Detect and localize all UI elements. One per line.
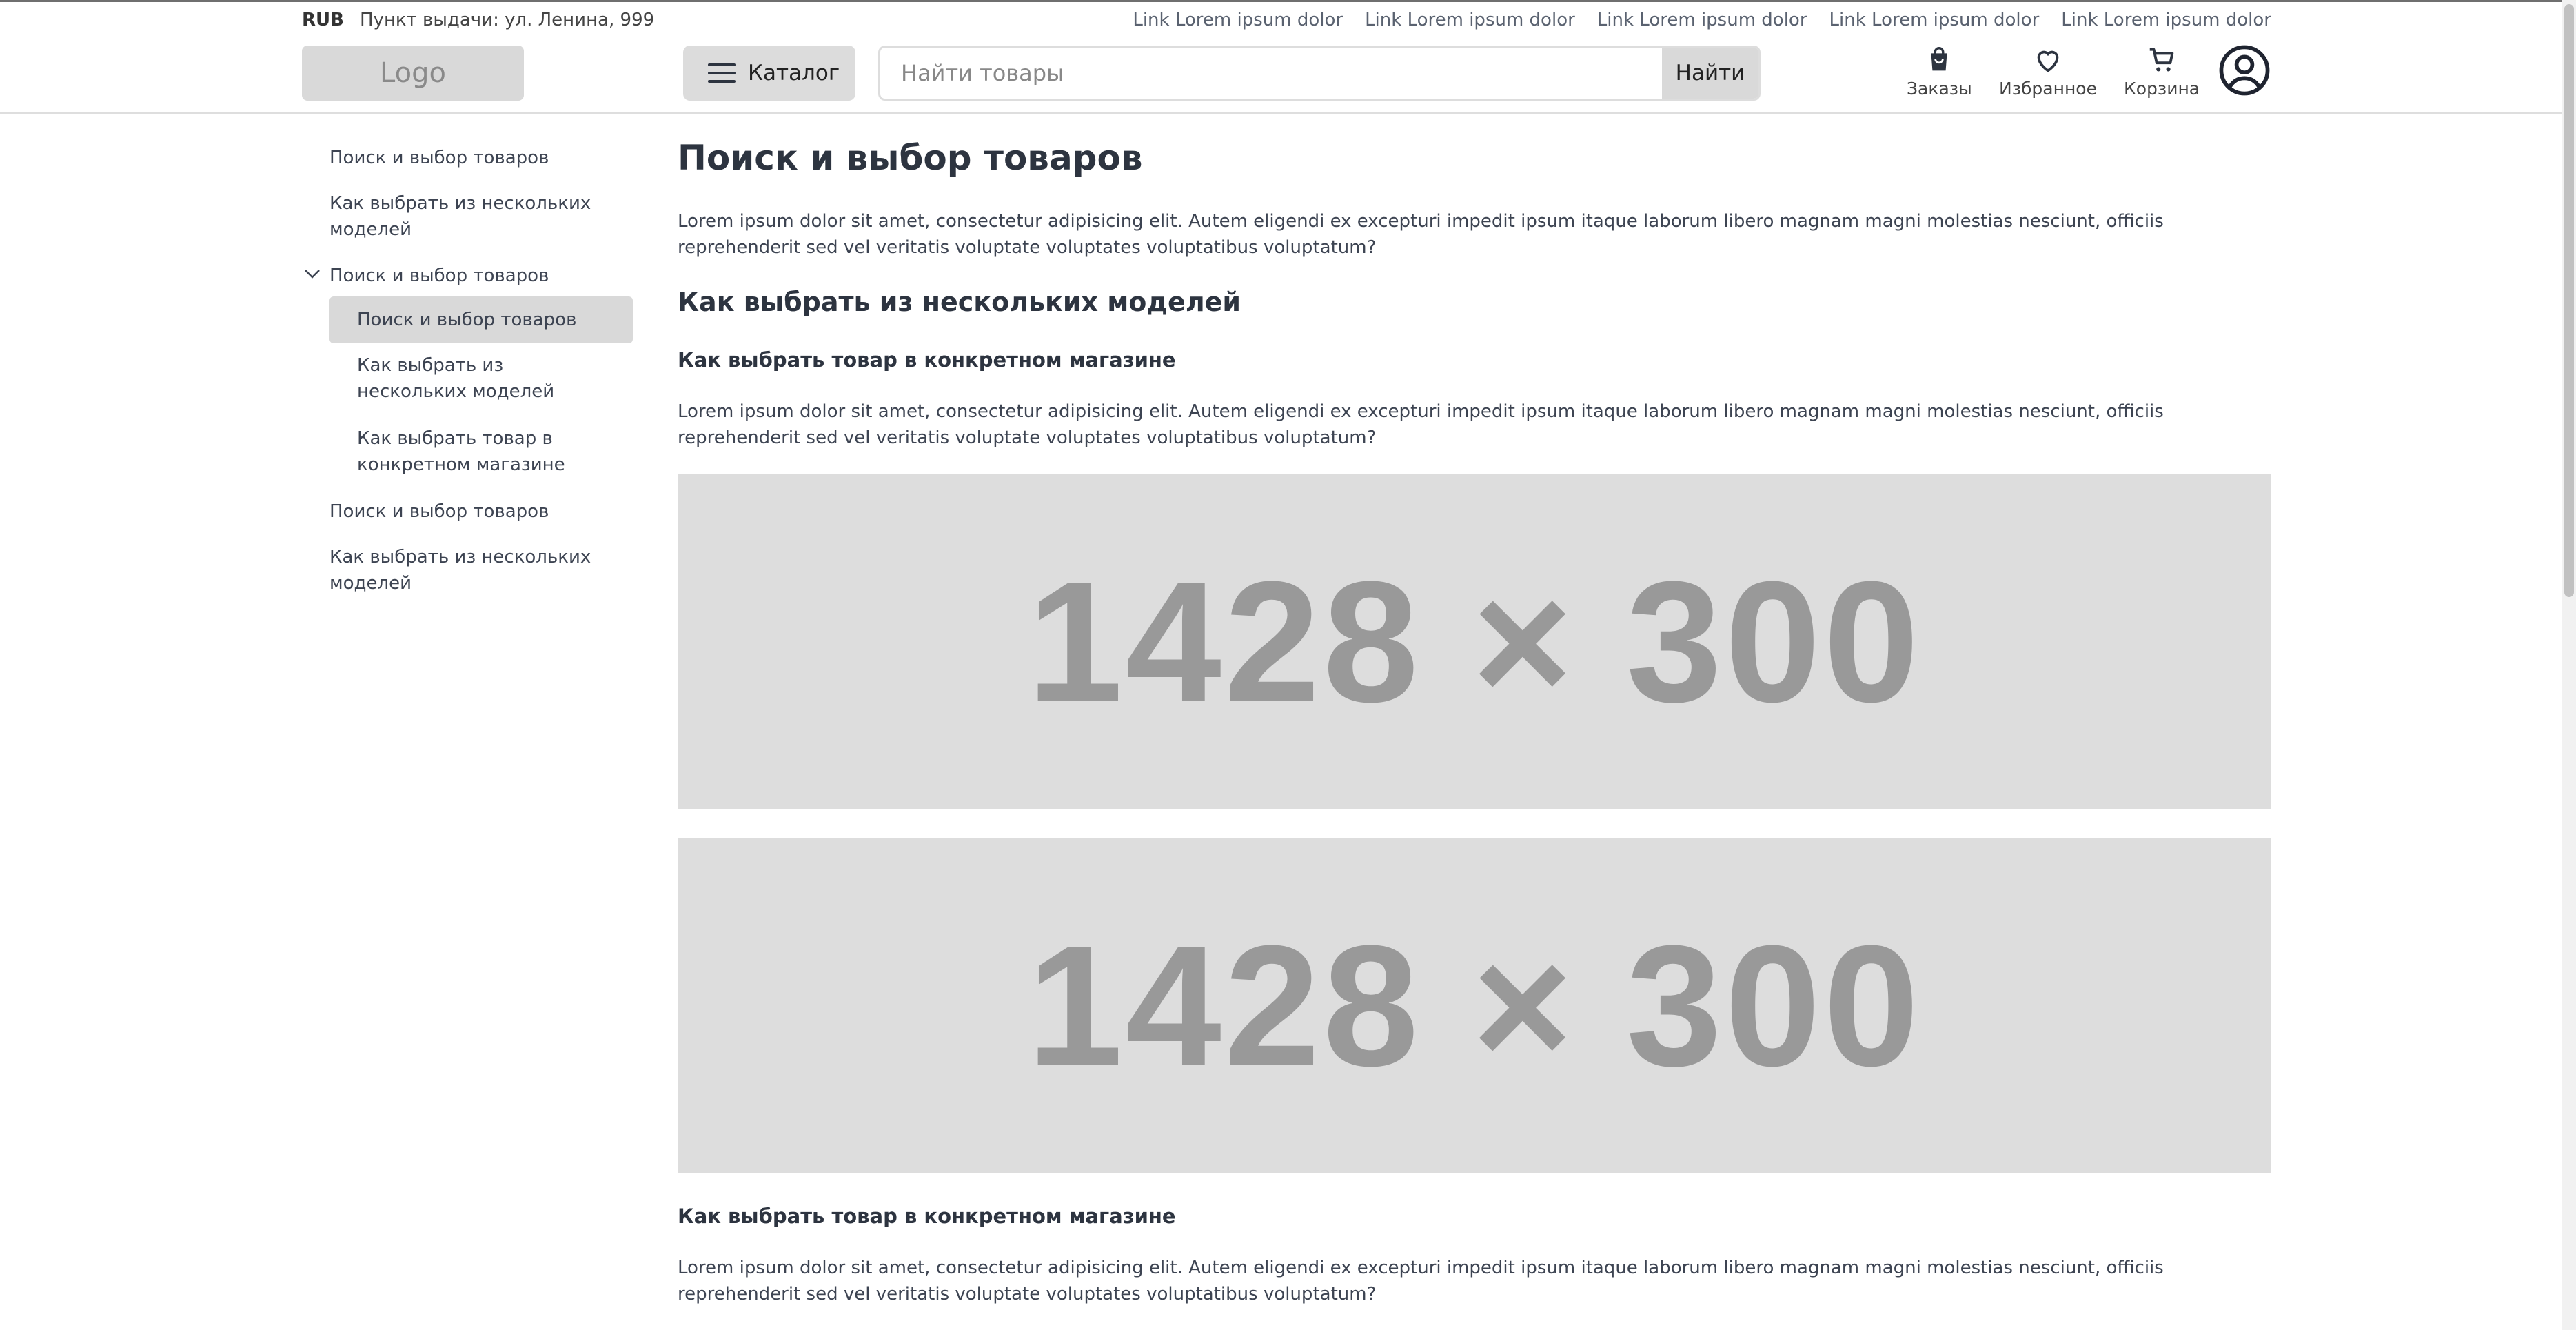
sidebar-group-toggle[interactable]: Поиск и выбор товаров — [329, 263, 619, 289]
image-placeholder-label: 1428 × 300 — [1026, 545, 1923, 738]
image-placeholder-label: 1428 × 300 — [1026, 909, 1923, 1102]
paragraph: Lorem ipsum dolor sit amet, consectetur … — [678, 1258, 2164, 1304]
sidebar-item[interactable]: Поиск и выбор товаров — [329, 145, 619, 171]
sidebar-subitem[interactable]: Как выбрать товар в конкретном магазине — [357, 425, 578, 478]
user-icon[interactable] — [2218, 44, 2271, 97]
top-link[interactable]: Link Lorem ipsum dolor — [1597, 10, 1807, 30]
search-bar: Найти — [878, 46, 1761, 101]
pickup-point[interactable]: Пункт выдачи: ул. Ленина, 999 — [360, 10, 654, 30]
sidebar-subitem-active[interactable]: Поиск и выбор товаров — [357, 307, 626, 333]
header: Logo Каталог Найти Заказы Избранное Корз… — [0, 43, 2576, 112]
favorites-label: Избранное — [1999, 79, 2097, 99]
heart-icon — [2037, 50, 2059, 72]
top-link[interactable]: Link Lorem ipsum dolor — [1829, 10, 2040, 30]
sidebar-subitem[interactable]: Как выбрать из нескольких моделей — [357, 352, 605, 405]
top-strip: RUB Пункт выдачи: ул. Ленина, 999 Link L… — [302, 7, 2271, 33]
cart-label: Корзина — [2124, 79, 2200, 99]
logo[interactable]: Logo — [302, 46, 524, 101]
favorites-button[interactable]: Избранное — [1999, 44, 2097, 99]
top-link[interactable]: Link Lorem ipsum dolor — [1133, 10, 1343, 30]
scrollbar-thumb[interactable] — [2564, 4, 2574, 597]
currency-switch[interactable]: RUB — [302, 10, 344, 30]
chevron-down-icon[interactable] — [302, 263, 323, 284]
cart-button[interactable]: Корзина — [2124, 44, 2200, 99]
image-placeholder: 1428 × 300 — [678, 838, 2271, 1173]
top-border — [0, 0, 2576, 2]
header-divider — [0, 112, 2576, 114]
image-placeholder: 1428 × 300 — [678, 474, 2271, 809]
catalog-label: Каталог — [748, 61, 840, 85]
menu-icon — [708, 63, 736, 83]
sidebar-item[interactable]: Как выбрать из нескольких моделей — [329, 544, 591, 596]
top-link[interactable]: Link Lorem ipsum dolor — [1365, 10, 1575, 30]
page-title: Поиск и выбор товаров — [678, 138, 1143, 178]
cart-icon — [2149, 48, 2174, 72]
paragraph: Lorem ipsum dolor sit amet, consectetur … — [678, 211, 2164, 258]
shopping-bag-icon — [1931, 47, 1947, 71]
search-button[interactable]: Найти — [1662, 48, 1758, 99]
catalog-button[interactable]: Каталог — [683, 46, 855, 101]
scrollbar[interactable] — [2562, 0, 2576, 1330]
subsection-heading: Как выбрать товар в конкретном магазине — [678, 348, 1176, 372]
sidebar-item[interactable]: Поиск и выбор товаров — [329, 498, 619, 525]
paragraph: Lorem ipsum dolor sit amet, consectetur … — [678, 401, 2164, 448]
orders-label: Заказы — [1907, 79, 1972, 99]
top-links: Link Lorem ipsum dolor Link Lorem ipsum … — [1133, 10, 2271, 30]
top-link[interactable]: Link Lorem ipsum dolor — [2061, 10, 2271, 30]
sidebar-item[interactable]: Как выбрать из нескольких моделей — [329, 190, 591, 243]
subsection-heading: Как выбрать товар в конкретном магазине — [678, 1205, 1176, 1228]
orders-button[interactable]: Заказы — [1907, 44, 1972, 99]
section-heading: Как выбрать из нескольких моделей — [678, 287, 1241, 317]
search-input[interactable] — [880, 48, 1662, 99]
